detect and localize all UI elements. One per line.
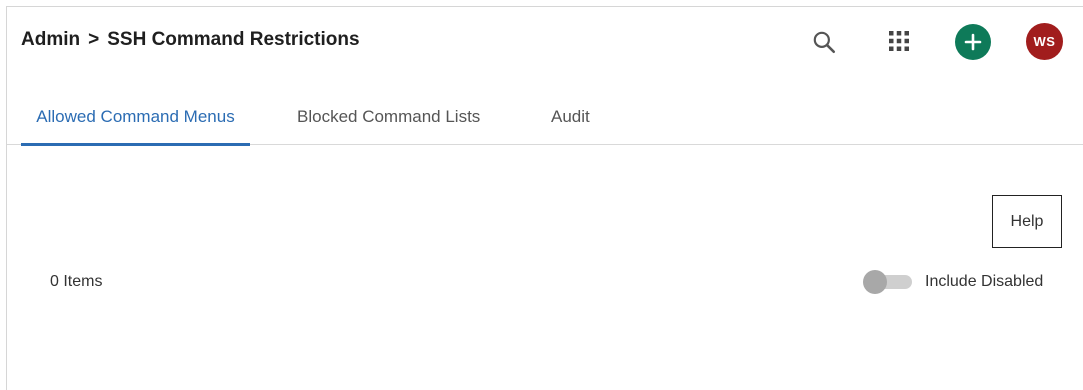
tab-audit[interactable]: Audit [551, 97, 590, 145]
help-button[interactable]: Help [992, 195, 1062, 248]
page-frame: Admin > SSH Command Restrictions WS Allo… [6, 6, 1083, 390]
search-button[interactable] [807, 25, 841, 59]
breadcrumb-separator: > [88, 29, 100, 50]
apps-button[interactable] [882, 24, 916, 58]
page-title: SSH Command Restrictions [107, 29, 360, 50]
tab-bar: Allowed Command Menus Blocked Command Li… [7, 97, 1083, 146]
include-disabled-control: Include Disabled [863, 270, 1043, 294]
breadcrumb: Admin > SSH Command Restrictions [21, 29, 360, 51]
user-avatar[interactable]: WS [1026, 23, 1063, 60]
plus-icon [964, 33, 982, 51]
tab-blocked-command-lists[interactable]: Blocked Command Lists [297, 97, 480, 145]
add-button[interactable] [955, 24, 991, 60]
tab-allowed-command-menus[interactable]: Allowed Command Menus [21, 97, 250, 146]
breadcrumb-root[interactable]: Admin [21, 29, 80, 51]
apps-grid-icon [889, 31, 909, 51]
toggle-knob [863, 270, 887, 294]
include-disabled-label: Include Disabled [925, 273, 1044, 290]
items-count: 0 Items [50, 273, 103, 290]
include-disabled-toggle[interactable] [863, 270, 913, 294]
top-header: Admin > SSH Command Restrictions WS [7, 7, 1083, 73]
search-icon [813, 31, 836, 54]
